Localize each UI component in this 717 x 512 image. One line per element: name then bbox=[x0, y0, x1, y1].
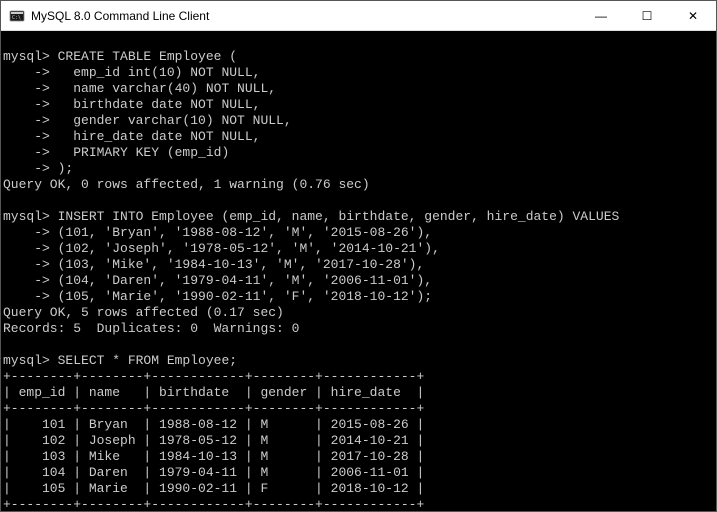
result-line: Query OK, 5 rows affected (0.17 sec) bbox=[3, 305, 284, 320]
minimize-button[interactable]: — bbox=[578, 1, 624, 30]
prompt-line: mysql> INSERT INTO Employee (emp_id, nam… bbox=[3, 209, 619, 224]
prompt-line: -> PRIMARY KEY (emp_id) bbox=[3, 145, 229, 160]
blank-line bbox=[3, 337, 11, 352]
svg-text:C:\: C:\ bbox=[12, 15, 21, 21]
prompt-line: -> birthdate date NOT NULL, bbox=[3, 97, 260, 112]
close-button[interactable]: ✕ bbox=[670, 1, 716, 30]
result-line: Records: 5 Duplicates: 0 Warnings: 0 bbox=[3, 321, 299, 336]
app-window: C:\ MySQL 8.0 Command Line Client — ☐ ✕ … bbox=[0, 0, 717, 512]
table-row: | 105 | Marie | 1990-02-11 | F | 2018-10… bbox=[3, 481, 424, 496]
table-header: | emp_id | name | birthdate | gender | h… bbox=[3, 385, 424, 400]
table-border: +--------+--------+------------+--------… bbox=[3, 401, 424, 416]
prompt-line: -> hire_date date NOT NULL, bbox=[3, 129, 260, 144]
prompt-line: -> (103, 'Mike', '1984-10-13', 'M', '201… bbox=[3, 257, 424, 272]
maximize-button[interactable]: ☐ bbox=[624, 1, 670, 30]
result-line: Query OK, 0 rows affected, 1 warning (0.… bbox=[3, 177, 370, 192]
prompt-line: -> (105, 'Marie', '1990-02-11', 'F', '20… bbox=[3, 289, 432, 304]
window-title: MySQL 8.0 Command Line Client bbox=[31, 9, 578, 23]
prompt-line: -> (101, 'Bryan', '1988-08-12', 'M', '20… bbox=[3, 225, 432, 240]
prompt-line: -> (102, 'Joseph', '1978-05-12', 'M', '2… bbox=[3, 241, 440, 256]
prompt-line: mysql> CREATE TABLE Employee ( bbox=[3, 49, 237, 64]
table-row: | 103 | Mike | 1984-10-13 | M | 2017-10-… bbox=[3, 449, 424, 464]
prompt-line: -> gender varchar(10) NOT NULL, bbox=[3, 113, 292, 128]
blank-line bbox=[3, 193, 11, 208]
titlebar[interactable]: C:\ MySQL 8.0 Command Line Client — ☐ ✕ bbox=[1, 1, 716, 31]
prompt-line: -> (104, 'Daren', '1979-04-11', 'M', '20… bbox=[3, 273, 432, 288]
prompt-line: -> emp_id int(10) NOT NULL, bbox=[3, 65, 260, 80]
prompt-line: -> name varchar(40) NOT NULL, bbox=[3, 81, 276, 96]
table-row: | 102 | Joseph | 1978-05-12 | M | 2014-1… bbox=[3, 433, 424, 448]
table-border: +--------+--------+------------+--------… bbox=[3, 497, 424, 511]
app-icon: C:\ bbox=[9, 8, 25, 24]
prompt-line: -> ); bbox=[3, 161, 73, 176]
terminal-output[interactable]: mysql> CREATE TABLE Employee ( -> emp_id… bbox=[1, 31, 716, 511]
table-row: | 104 | Daren | 1979-04-11 | M | 2006-11… bbox=[3, 465, 424, 480]
table-row: | 101 | Bryan | 1988-08-12 | M | 2015-08… bbox=[3, 417, 424, 432]
table-border: +--------+--------+------------+--------… bbox=[3, 369, 424, 384]
prompt-line: mysql> SELECT * FROM Employee; bbox=[3, 353, 237, 368]
window-controls: — ☐ ✕ bbox=[578, 1, 716, 30]
